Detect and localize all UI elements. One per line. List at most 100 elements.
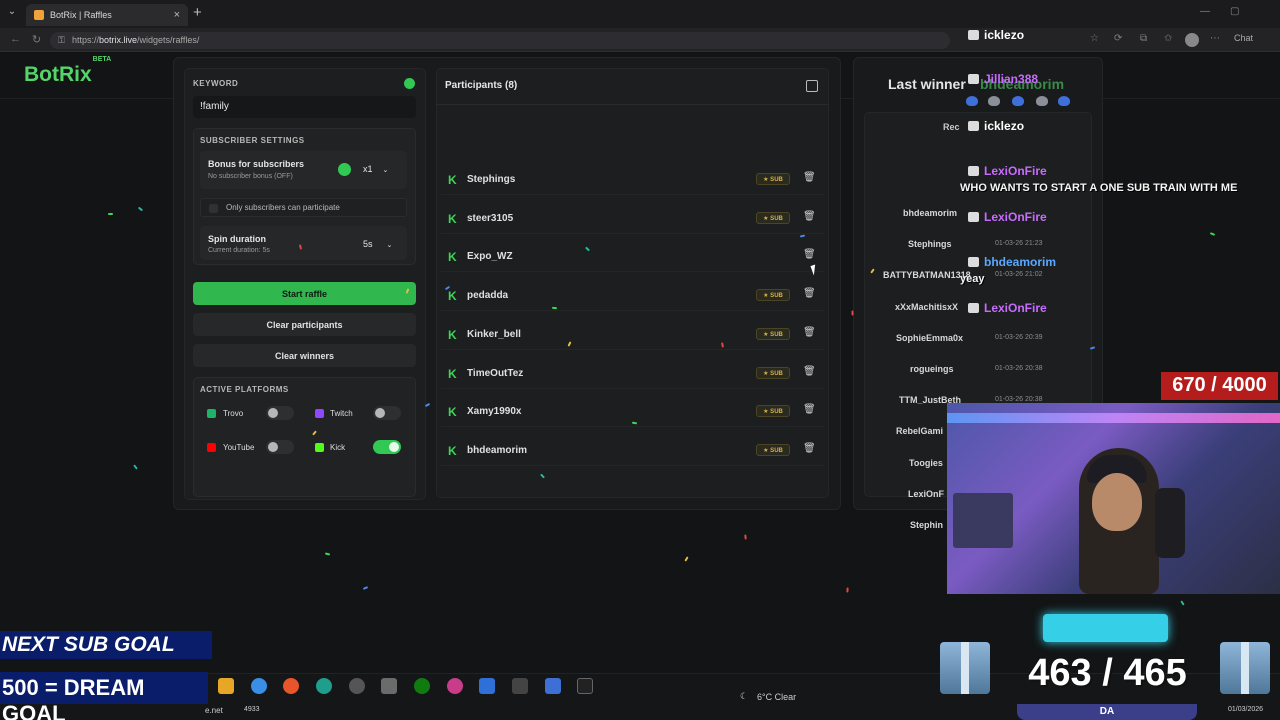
sub-badge: ★ SUB: [756, 289, 790, 302]
platform-kick-label: Kick: [330, 443, 346, 452]
bonus-title: Bonus for subscribers: [208, 159, 305, 169]
goal-bar: [1043, 614, 1168, 642]
app-icon[interactable]: [381, 678, 397, 694]
chat-emote-icon: [966, 96, 978, 106]
clear-participants-button[interactable]: Clear participants: [193, 313, 416, 336]
terminal-icon[interactable]: [512, 678, 528, 694]
chat-username: icklezo: [984, 119, 1025, 133]
trash-icon[interactable]: 🗑: [803, 172, 816, 183]
maximize-icon[interactable]: ▢: [1230, 6, 1239, 17]
keyword-input[interactable]: !family: [193, 96, 416, 118]
winner-name: BATTYBATMAN1318: [883, 270, 971, 281]
chat-badge-icon: [968, 166, 979, 176]
bonus-multiplier-select[interactable]: x1 ⌄: [363, 164, 388, 174]
winner-name: Toogies: [909, 457, 943, 468]
close-tab-icon[interactable]: ×: [174, 9, 180, 21]
chevron-down-icon: ⌄: [386, 242, 393, 249]
spin-duration-select[interactable]: 5s ⌄: [363, 239, 392, 249]
chrome-icon[interactable]: [251, 678, 267, 694]
app2-icon[interactable]: [447, 678, 463, 694]
trash-icon[interactable]: 🗑: [803, 366, 816, 377]
trash-icon[interactable]: 🗑: [803, 404, 816, 415]
sub-badge: ★ SUB: [756, 405, 790, 418]
xbox-icon[interactable]: [414, 678, 430, 694]
battlenet-icon[interactable]: [479, 678, 495, 694]
clear-winners-button[interactable]: Clear winners: [193, 344, 416, 367]
confetti-piece: [551, 306, 558, 310]
browser-tab[interactable]: BotRix | Raffles ×: [26, 4, 188, 26]
cod-icon[interactable]: [577, 678, 593, 694]
profile-avatar[interactable]: [1185, 33, 1199, 47]
split-screen-icon[interactable]: ⧉: [1140, 33, 1147, 44]
checkbox-box[interactable]: [209, 204, 218, 213]
favorites-icon[interactable]: ✩: [1164, 33, 1172, 44]
kick-icon: [315, 443, 324, 452]
sub-badge: ★ SUB: [756, 327, 790, 340]
goal-plate: DA: [1017, 704, 1197, 720]
participant-name: pedadda: [467, 290, 509, 302]
taskbar-left-text: e.net: [205, 706, 223, 715]
new-tab-icon[interactable]: +: [193, 4, 202, 21]
trash-icon[interactable]: 🗑: [803, 443, 816, 454]
tab-list-icon[interactable]: ⌄: [4, 6, 20, 22]
chat-badge-icon: [968, 303, 979, 313]
follower-goal-widget: 463 / 465 DA: [935, 614, 1280, 720]
trash-icon[interactable]: 🗑: [803, 288, 816, 299]
chat-emote-icon: [988, 96, 1000, 106]
only-subs-checkbox[interactable]: Only subscribers can participate: [200, 198, 407, 217]
recent-winners-title: Rec: [943, 122, 960, 132]
kick-toggle[interactable]: [373, 440, 401, 454]
twitch-icon: [315, 409, 324, 418]
chat-message: yeay: [960, 273, 985, 285]
chat-emote-icon: [1036, 96, 1048, 106]
site-info-icon[interactable]: ⚿: [58, 35, 65, 46]
browser-tabbar: ⌄ BotRix | Raffles × + — ▢: [0, 0, 1280, 28]
copy-icon[interactable]: [806, 80, 818, 92]
trash-icon[interactable]: 🗑: [803, 327, 816, 338]
chat-badge-icon: [968, 74, 979, 84]
trash-icon[interactable]: 🗑: [803, 211, 816, 222]
app3-icon[interactable]: [545, 678, 561, 694]
back-icon[interactable]: ←: [10, 33, 21, 45]
more-icon[interactable]: ⋯: [1210, 33, 1220, 44]
chat-emote-icon: [1012, 96, 1024, 106]
twitch-toggle[interactable]: [373, 406, 401, 420]
participant-name: Xamy1990x: [467, 406, 522, 418]
firefox-icon[interactable]: [283, 678, 299, 694]
youtube-icon: [207, 443, 216, 452]
participant-row: K Expo_WZ 🗑: [441, 239, 824, 273]
refresh-icon[interactable]: ↻: [32, 33, 41, 46]
sub-badge: ★ SUB: [756, 443, 790, 456]
copilot-chat-button[interactable]: Chat: [1234, 33, 1253, 43]
file-explorer-icon[interactable]: [218, 678, 234, 694]
participant-row: K Stephings ★ SUB 🗑: [441, 162, 824, 195]
last-winner-title: Last winner: [888, 76, 966, 92]
participant-row: Kbhdeamorim ★ SUB 🗑: [441, 433, 824, 466]
beta-badge: BETA: [92, 56, 112, 63]
reload-extension-icon[interactable]: ⟳: [1114, 33, 1122, 44]
bookmark-star-icon[interactable]: ☆: [1090, 33, 1099, 44]
only-subs-label: Only subscribers can participate: [226, 203, 340, 212]
minimize-icon[interactable]: —: [1200, 6, 1210, 17]
winner-date: 01-03-26 21:02: [995, 271, 1043, 279]
weather-text[interactable]: 6°C Clear: [757, 692, 796, 702]
confetti-piece: [108, 213, 113, 215]
botrix-logo[interactable]: BotRixBETA: [24, 56, 111, 87]
obs-icon[interactable]: [349, 678, 365, 694]
trovo-toggle[interactable]: [266, 406, 294, 420]
subscriber-settings-title: SUBSCRIBER SETTINGS: [200, 136, 305, 145]
trash-icon[interactable]: 🗑: [803, 249, 816, 260]
url-field[interactable]: ⚿ https://botrix.live/widgets/raffles/: [50, 32, 950, 49]
dream-goal-banner: 500 = DREAM GOAL: [0, 672, 208, 720]
kick-icon: K: [448, 443, 457, 458]
start-raffle-button[interactable]: Start raffle: [193, 282, 416, 305]
url-prefix: https://: [72, 35, 100, 45]
edge-icon[interactable]: [316, 678, 332, 694]
active-platforms-title: ACTIVE PLATFORMS: [200, 385, 289, 394]
participant-row: K Kinker_bell ★ SUB 🗑: [441, 317, 824, 350]
winner-name: Stephin: [910, 520, 943, 530]
bonus-info-icon[interactable]: [338, 163, 351, 176]
youtube-toggle[interactable]: [266, 440, 294, 454]
winner-name: LexiOnF: [908, 488, 945, 499]
streamer-face: [1092, 473, 1142, 531]
